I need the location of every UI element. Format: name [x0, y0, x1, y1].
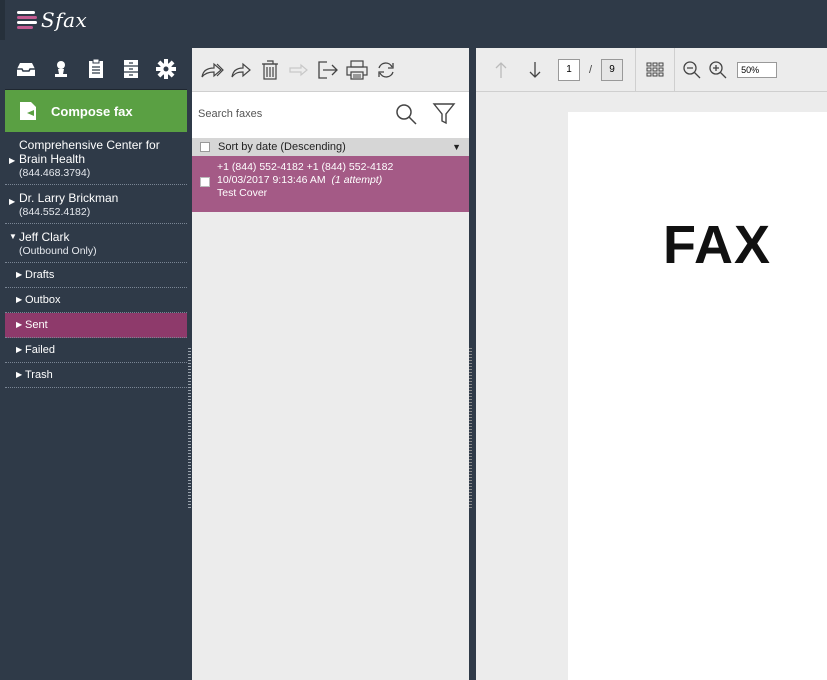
inbox-icon[interactable]: [14, 57, 38, 81]
move-arrow-icon: [287, 57, 311, 83]
gear-icon[interactable]: [154, 57, 178, 81]
sidebar-resize-handle[interactable]: [188, 348, 191, 508]
zoom-out-icon[interactable]: [681, 59, 703, 81]
search-input[interactable]: [198, 104, 378, 124]
sort-dropdown[interactable]: Sort by date (Descending) ▼: [192, 138, 469, 156]
folder-outbox[interactable]: ▶ Outbox: [5, 288, 187, 313]
message-numbers: +1 (844) 552-4182 +1 (844) 552-4182: [217, 161, 394, 173]
refresh-icon[interactable]: [374, 57, 398, 83]
message-row[interactable]: +1 (844) 552-4182 +1 (844) 552-4182 10/0…: [192, 156, 469, 212]
account-name: Jeff Clark: [19, 230, 70, 244]
folder-sent[interactable]: ▶ Sent: [5, 313, 187, 338]
message-list-panel: Sort by date (Descending) ▼ +1 (844) 552…: [192, 48, 472, 680]
caret-right-icon: ▶: [16, 345, 23, 354]
message-datetime: 10/03/2017 9:13:46 AM: [217, 174, 326, 186]
caret-down-icon: ▼: [9, 232, 17, 241]
forward-icon[interactable]: [229, 57, 253, 83]
account-name: Dr. Larry Brickman: [19, 191, 119, 205]
list-resize-handle[interactable]: [469, 348, 472, 508]
compose-fax-button[interactable]: Compose fax: [5, 90, 187, 132]
zoom-value: 50%: [741, 64, 760, 75]
message-toolbar: [192, 48, 469, 92]
export-icon[interactable]: [316, 57, 340, 83]
fax-viewer: / 9 50% FAX: [476, 47, 827, 680]
caret-right-icon: ▶: [16, 370, 23, 379]
compose-icon: [20, 102, 36, 120]
sfax-logo[interactable]: Sfax: [17, 8, 87, 32]
fax-page-preview: FAX: [568, 112, 827, 680]
compose-fax-label: Compose fax: [51, 103, 133, 119]
caret-right-icon: ▶: [9, 156, 16, 165]
page-heading: FAX: [663, 215, 772, 275]
select-all-checkbox[interactable]: [200, 142, 210, 152]
folder-failed[interactable]: ▶ Failed: [5, 338, 187, 363]
total-pages: 9: [601, 58, 624, 81]
app-header: Sfax: [0, 0, 827, 40]
divider: [635, 47, 637, 92]
sidebar: Compose fax ▶ Comprehensive Center for B…: [5, 48, 191, 680]
divider: [674, 47, 676, 92]
clipboard-icon[interactable]: [84, 57, 108, 81]
filter-icon[interactable]: [432, 102, 456, 131]
user-icon[interactable]: [49, 57, 73, 81]
current-page-input[interactable]: [558, 58, 580, 81]
account-jeff-clark[interactable]: ▼ Jeff Clark (Outbound Only): [5, 224, 187, 263]
message-attempts: (1 attempt): [331, 174, 383, 186]
caret-right-icon: ▶: [9, 197, 16, 206]
message-meta: 10/03/2017 9:13:46 AM (1 attempt): [217, 174, 469, 187]
message-subject: Test Cover: [217, 187, 268, 199]
folder-trash[interactable]: ▶ Trash: [5, 363, 187, 388]
contacts-icon[interactable]: [119, 57, 143, 81]
folder-label: Trash: [25, 369, 53, 381]
sfax-app: Sfax Compose fax ▶ Comprehensive Center …: [0, 0, 827, 680]
folder-label: Sent: [25, 319, 48, 331]
folder-label: Drafts: [25, 269, 55, 281]
dropdown-arrow-icon: ▼: [452, 142, 461, 152]
message-checkbox[interactable]: [200, 177, 210, 187]
forward-all-icon[interactable]: [200, 57, 224, 83]
folder-label: Failed: [25, 344, 55, 356]
caret-right-icon: ▶: [16, 270, 23, 279]
caret-right-icon: ▶: [16, 295, 23, 304]
print-icon[interactable]: [345, 57, 369, 83]
account-phone: (844.468.3794): [19, 167, 91, 179]
account-phone: (844.552.4182): [19, 206, 91, 218]
trash-icon[interactable]: [258, 57, 282, 83]
caret-right-icon: ▶: [16, 320, 23, 329]
search-bar: [192, 92, 469, 138]
zoom-in-icon[interactable]: [707, 59, 729, 81]
arrow-up-icon[interactable]: [490, 59, 512, 81]
account-brain-health[interactable]: ▶ Comprehensive Center for Brain Health …: [5, 132, 187, 185]
arrow-down-icon[interactable]: [524, 59, 546, 81]
folder-drafts[interactable]: ▶ Drafts: [5, 263, 187, 288]
sidebar-toolbar: [5, 48, 187, 90]
zoom-select[interactable]: 50%: [737, 61, 778, 78]
page-separator: /: [589, 63, 593, 76]
search-icon[interactable]: [394, 102, 418, 131]
account-phone: (Outbound Only): [19, 245, 97, 257]
folder-label: Outbox: [25, 294, 61, 306]
thumbnails-grid-icon[interactable]: [644, 59, 666, 81]
account-larry-brickman[interactable]: ▶ Dr. Larry Brickman (844.552.4182): [5, 185, 187, 224]
logo-text: Sfax: [41, 8, 88, 32]
viewer-toolbar: / 9 50%: [476, 47, 827, 92]
account-name: Comprehensive Center for Brain Health: [19, 138, 160, 166]
sfax-logo-icon: [17, 9, 37, 31]
sort-label: Sort by date (Descending): [218, 141, 346, 153]
